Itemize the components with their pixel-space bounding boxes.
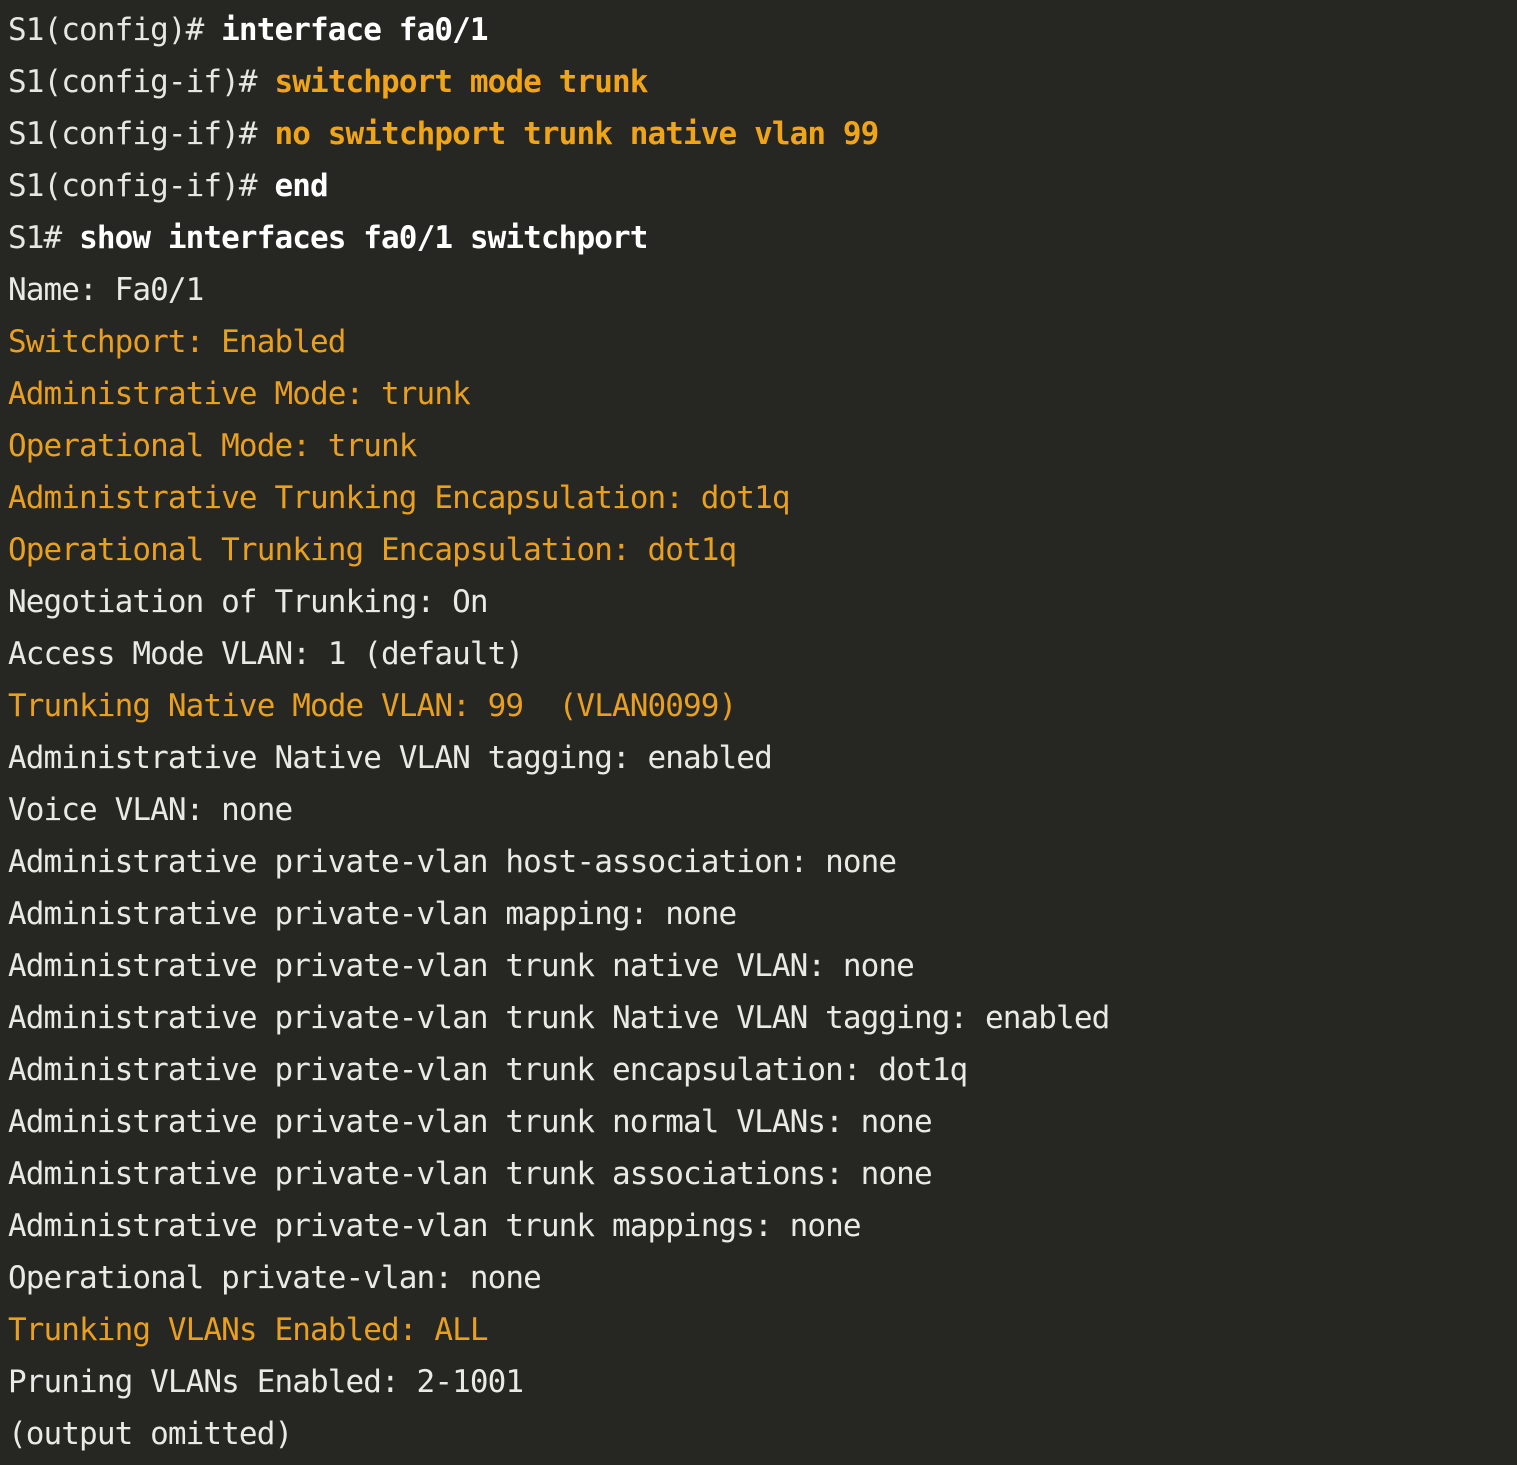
terminal-output-text: Administrative private-vlan trunk associ…: [8, 1156, 932, 1192]
terminal-output-line: Administrative private-vlan trunk mappin…: [8, 1200, 1517, 1252]
terminal-output-line: Switchport: Enabled: [8, 316, 1517, 368]
terminal-command-text: switchport mode trunk: [274, 64, 647, 100]
terminal-console[interactable]: S1(config)# interface fa0/1S1(config-if)…: [0, 0, 1517, 1465]
terminal-output-line: Administrative Trunking Encapsulation: d…: [8, 472, 1517, 524]
terminal-command-line: S1(config-if)# end: [8, 160, 1517, 212]
terminal-prompt: S1(config-if)#: [8, 116, 274, 152]
terminal-command-text: interface fa0/1: [221, 12, 487, 48]
terminal-output-line: Administrative private-vlan trunk native…: [8, 940, 1517, 992]
terminal-output-line: Administrative private-vlan trunk associ…: [8, 1148, 1517, 1200]
terminal-prompt: S1(config-if)#: [8, 64, 274, 100]
terminal-command-line: S1# show interfaces fa0/1 switchport: [8, 212, 1517, 264]
terminal-output-text: Administrative Mode: trunk: [8, 376, 470, 412]
terminal-output-line: (output omitted): [8, 1408, 1517, 1460]
terminal-output-line: Operational Trunking Encapsulation: dot1…: [8, 524, 1517, 576]
terminal-output-text: Administrative private-vlan trunk Native…: [8, 1000, 1109, 1036]
terminal-output-line: Administrative private-vlan trunk encaps…: [8, 1044, 1517, 1096]
terminal-command-line: S1(config-if)# switchport mode trunk: [8, 56, 1517, 108]
terminal-output-line: Administrative private-vlan trunk Native…: [8, 992, 1517, 1044]
terminal-output-text: Administrative Trunking Encapsulation: d…: [8, 480, 790, 516]
terminal-command-line: S1(config)# interface fa0/1: [8, 4, 1517, 56]
terminal-output-line: Operational private-vlan: none: [8, 1252, 1517, 1304]
terminal-output-line: Voice VLAN: none: [8, 784, 1517, 836]
terminal-output-line: Administrative Native VLAN tagging: enab…: [8, 732, 1517, 784]
terminal-output-text: Operational Mode: trunk: [8, 428, 417, 464]
terminal-command-text: show interfaces fa0/1 switchport: [79, 220, 647, 256]
terminal-output-text: Access Mode VLAN: 1 (default): [8, 636, 523, 672]
terminal-prompt: S1#: [8, 220, 79, 256]
terminal-output-text: Administrative private-vlan host-associa…: [8, 844, 896, 880]
terminal-output-line: Trunking Native Mode VLAN: 99 (VLAN0099): [8, 680, 1517, 732]
terminal-output-line: Administrative Mode: trunk: [8, 368, 1517, 420]
terminal-output-text: Name: Fa0/1: [8, 272, 203, 308]
terminal-output-line: Negotiation of Trunking: On: [8, 576, 1517, 628]
terminal-output-text: Administrative Native VLAN tagging: enab…: [8, 740, 772, 776]
terminal-output-text: Operational Trunking Encapsulation: dot1…: [8, 532, 736, 568]
terminal-command-line: S1(config-if)# no switchport trunk nativ…: [8, 108, 1517, 160]
terminal-output-line: Pruning VLANs Enabled: 2-1001: [8, 1356, 1517, 1408]
terminal-output-line: Administrative private-vlan mapping: non…: [8, 888, 1517, 940]
terminal-output-line: Access Mode VLAN: 1 (default): [8, 628, 1517, 680]
terminal-prompt: S1(config)#: [8, 12, 221, 48]
terminal-output-text: (output omitted): [8, 1416, 292, 1452]
terminal-output-text: Administrative private-vlan trunk normal…: [8, 1104, 932, 1140]
terminal-output-text: Trunking VLANs Enabled: ALL: [8, 1312, 488, 1348]
terminal-output-line: Trunking VLANs Enabled: ALL: [8, 1304, 1517, 1356]
terminal-output-text: Administrative private-vlan trunk native…: [8, 948, 914, 984]
terminal-output-line: Operational Mode: trunk: [8, 420, 1517, 472]
terminal-output-text: Pruning VLANs Enabled: 2-1001: [8, 1364, 523, 1400]
terminal-output-text: Voice VLAN: none: [8, 792, 292, 828]
terminal-output-text: Administrative private-vlan trunk encaps…: [8, 1052, 967, 1088]
terminal-output-text: Administrative private-vlan trunk mappin…: [8, 1208, 861, 1244]
terminal-output-line: Administrative private-vlan host-associa…: [8, 836, 1517, 888]
terminal-command-text: no switchport trunk native vlan 99: [274, 116, 878, 152]
terminal-output-text: Negotiation of Trunking: On: [8, 584, 488, 620]
terminal-output-line: Administrative private-vlan trunk normal…: [8, 1096, 1517, 1148]
terminal-prompt: S1(config-if)#: [8, 168, 274, 204]
terminal-output-text: Trunking Native Mode VLAN: 99 (VLAN0099): [8, 688, 736, 724]
terminal-output-text: Switchport: Enabled: [8, 324, 346, 360]
terminal-output-text: Administrative private-vlan mapping: non…: [8, 896, 736, 932]
terminal-output-text: Operational private-vlan: none: [8, 1260, 541, 1296]
terminal-command-text: end: [274, 168, 327, 204]
terminal-output-line: Name: Fa0/1: [8, 264, 1517, 316]
